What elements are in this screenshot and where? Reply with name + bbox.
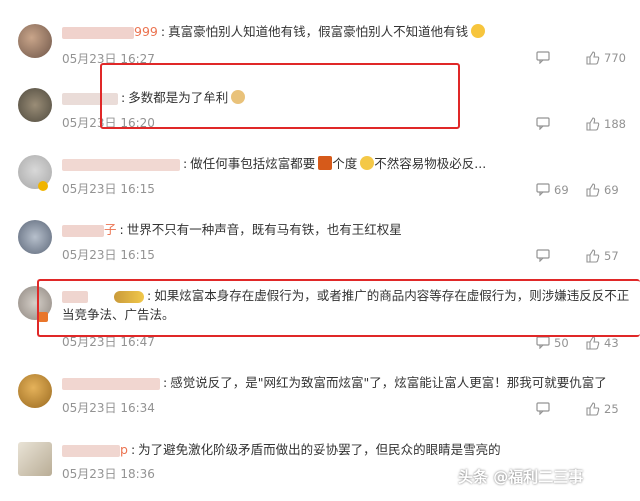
comment-text: : 感觉说反了，是"网红为致富而炫富"了，炫富能让富人更富！那我可就要仇富了 bbox=[62, 373, 628, 392]
highlight-box bbox=[100, 63, 460, 129]
like-count: 57 bbox=[604, 248, 619, 263]
username[interactable] bbox=[62, 26, 134, 39]
like-button[interactable]: 770 bbox=[586, 50, 626, 65]
watermark: 头条 @福利二三事 bbox=[458, 468, 584, 486]
comment-body: 感觉说反了，是"网红为致富而炫富"了，炫富能让富人更富！那我可就要仇富了 bbox=[170, 375, 607, 390]
reply-icon[interactable] bbox=[536, 248, 550, 263]
thumbs-up-icon bbox=[586, 248, 600, 263]
like-button[interactable]: 188 bbox=[586, 116, 626, 131]
like-button[interactable]: 57 bbox=[586, 248, 619, 263]
grin-sweat-emoji-icon bbox=[471, 24, 486, 38]
like-count: 43 bbox=[604, 335, 619, 350]
reply-count: 50 bbox=[554, 335, 569, 350]
like-count: 188 bbox=[604, 116, 626, 131]
like-count: 69 bbox=[604, 182, 619, 197]
avatar[interactable] bbox=[18, 220, 52, 254]
username[interactable] bbox=[62, 377, 160, 390]
comment-text: 999: 真富豪怕别人知道他有钱，假富豪怕别人不知道他有钱 bbox=[62, 22, 628, 41]
comment-text: : 做任何事包括炫富都要 个度 不然容易物极必反... bbox=[62, 154, 628, 173]
comment-body: 真富豪怕别人知道他有钱，假富豪怕别人不知道他有钱 bbox=[168, 24, 469, 39]
reply-count: 69 bbox=[554, 182, 569, 197]
reply-button[interactable]: 69 bbox=[536, 182, 569, 197]
avatar[interactable] bbox=[18, 88, 52, 122]
comment-body: 为了避免激化阶级矛盾而做出的妥协罢了，但民众的眼睛是雪亮的 bbox=[138, 442, 501, 457]
like-button[interactable]: 43 bbox=[586, 335, 619, 350]
like-button[interactable]: 25 bbox=[586, 401, 619, 416]
glasses-emoji-icon bbox=[360, 156, 375, 170]
thumbs-up-icon bbox=[586, 182, 600, 197]
timestamp: 05月23日 16:15 bbox=[62, 182, 155, 196]
username[interactable] bbox=[62, 444, 120, 457]
username[interactable] bbox=[62, 224, 104, 237]
comment-body: 世界不只有一种声音，既有马有铁，也有王红权星 bbox=[126, 222, 402, 237]
timestamp: 05月23日 16:34 bbox=[62, 401, 155, 415]
highlight-box bbox=[37, 279, 640, 337]
like-count: 770 bbox=[604, 50, 626, 65]
like-count: 25 bbox=[604, 401, 619, 416]
comment-text: 子: 世界不只有一种声音，既有马有铁，也有王红权星 bbox=[62, 220, 628, 239]
thumbs-up-icon bbox=[586, 335, 600, 350]
thumbs-up-icon bbox=[586, 50, 600, 65]
reply-icon[interactable] bbox=[536, 401, 550, 416]
reply-icon[interactable] bbox=[536, 116, 550, 131]
reply-icon[interactable] bbox=[536, 50, 550, 65]
avatar[interactable] bbox=[18, 442, 52, 476]
comment-text: p: 为了避免激化阶级矛盾而做出的妥协罢了，但民众的眼睛是雪亮的 bbox=[62, 440, 628, 459]
avatar[interactable] bbox=[18, 24, 52, 58]
timestamp: 05月23日 18:36 bbox=[62, 467, 155, 481]
like-button[interactable]: 69 bbox=[586, 182, 619, 197]
verified-badge-icon bbox=[38, 181, 48, 191]
avatar[interactable] bbox=[18, 374, 52, 408]
comment-icon bbox=[536, 336, 550, 350]
username[interactable] bbox=[62, 158, 180, 171]
timestamp: 05月23日 16:15 bbox=[62, 248, 155, 262]
fire-emoji-icon bbox=[318, 156, 333, 170]
reply-button[interactable]: 50 bbox=[536, 335, 569, 350]
thumbs-up-icon bbox=[586, 401, 600, 416]
thumbs-up-icon bbox=[586, 116, 600, 131]
comment-icon bbox=[536, 183, 550, 197]
